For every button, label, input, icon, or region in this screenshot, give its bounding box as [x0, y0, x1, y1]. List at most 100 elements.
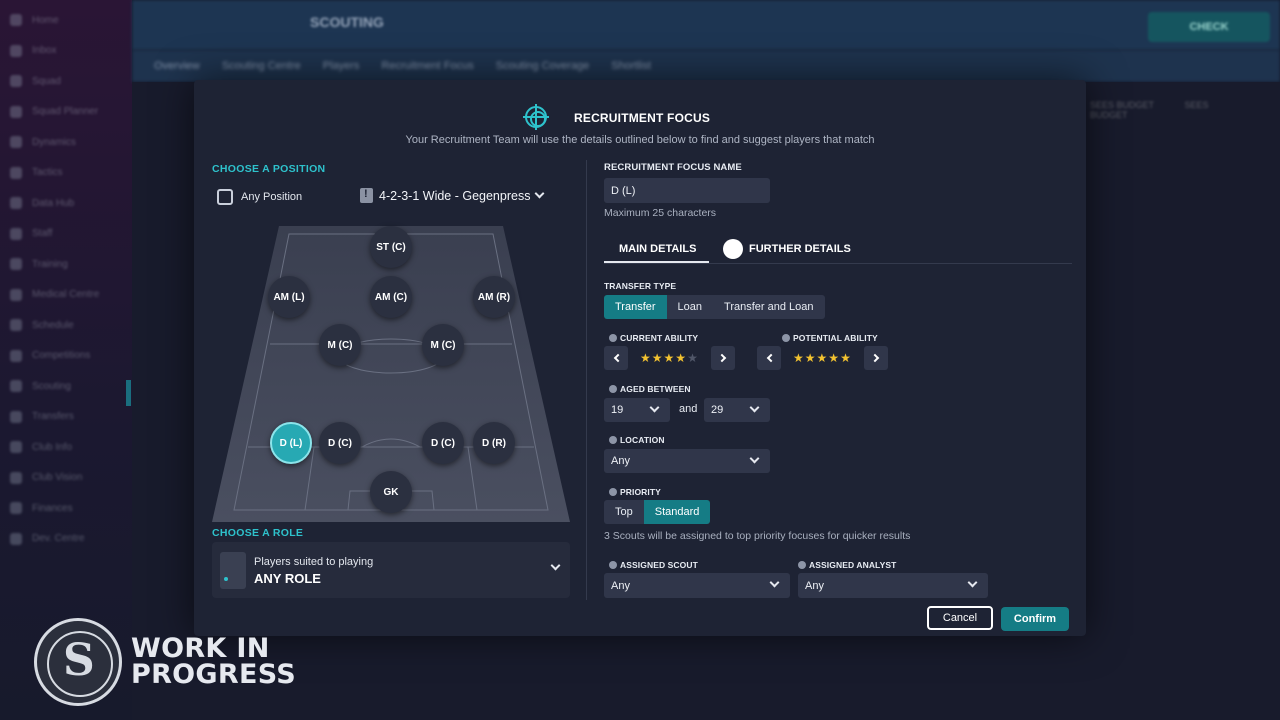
background-topbar [132, 0, 1280, 50]
priority-option-standard[interactable]: Standard [643, 500, 711, 524]
continue-button: CHECK [1148, 12, 1270, 42]
current-ability-increase-button[interactable] [711, 346, 735, 370]
chevron-down-icon [749, 402, 760, 413]
sidebar-item: Squad [10, 73, 120, 89]
formation-name: 4-2-3-1 Wide - Gegenpress [379, 188, 531, 203]
priority-option-top[interactable]: Top [604, 500, 644, 524]
formation-dropdown[interactable]: 4-2-3-1 Wide - Gegenpress [360, 188, 545, 203]
sidebar-item-icon [10, 166, 22, 179]
chevron-down-icon [749, 453, 760, 464]
sidebar-item: Staff [10, 226, 120, 242]
further-details-indicator-icon [723, 239, 743, 259]
background-tab: Scouting Coverage [495, 60, 590, 72]
transfer-option-transfer[interactable]: Transfer [604, 295, 667, 319]
position-am-r[interactable]: AM (R) [473, 276, 515, 318]
sidebar-item: Schedule [10, 317, 120, 333]
sidebar-item: Club Info [10, 439, 120, 455]
potential-ability-decrease-button[interactable] [757, 346, 781, 370]
role-dropdown[interactable]: Players suited to playing ANY ROLE [212, 542, 570, 598]
transfer-option-loan[interactable]: Loan [666, 295, 714, 319]
potential-ability-label: POTENTIAL ABILITY [782, 333, 878, 343]
sidebar-item-label: Home [32, 14, 59, 26]
sidebar-item-label: Data Hub [32, 197, 75, 209]
background-budget-strip: SEES BUDGET SEES BUDGET [1090, 100, 1270, 160]
position-d-c-left[interactable]: D (C) [319, 422, 361, 464]
sidebar-item-icon [10, 441, 22, 453]
sidebar-item: Home [10, 12, 120, 28]
tab-main-details[interactable]: MAIN DETAILS [619, 243, 696, 255]
position-m-c-left[interactable]: M (C) [319, 324, 361, 366]
chevron-right-icon [717, 353, 726, 363]
position-am-l[interactable]: AM (L) [268, 276, 310, 318]
current-ability-label: CURRENT ABILITY [609, 333, 698, 343]
star-icon: ★ [640, 351, 651, 365]
chevron-left-icon [766, 353, 775, 363]
assigned-scout-dropdown[interactable]: Any [604, 573, 790, 598]
recruitment-focus-modal: RECRUITMENT FOCUS Your Recruitment Team … [194, 80, 1086, 636]
sidebar-item-label: Dynamics [32, 136, 76, 148]
priority-hint: 3 Scouts will be assigned to top priorit… [604, 530, 911, 542]
transfer-option-transfer-and-loan[interactable]: Transfer and Loan [713, 295, 825, 319]
age-max-dropdown[interactable]: 29 [704, 398, 770, 422]
sidebar-item-icon [10, 258, 22, 270]
sidebar-item-icon [10, 319, 22, 331]
sidebar-item-label: Training [32, 258, 68, 270]
current-ability-stars: ★ ★ ★ ★ ★ [640, 346, 698, 370]
sidebar-item-label: Inbox [32, 45, 57, 56]
star-icon: ★ [651, 351, 663, 365]
chevron-down-icon [967, 577, 978, 588]
work-in-progress-watermark: WORK IN PROGRESS [131, 635, 296, 688]
sidebar-item: Dynamics [10, 134, 120, 150]
sidebar-item-icon [10, 197, 22, 209]
position-m-c-right[interactable]: M (C) [422, 324, 464, 366]
priority-label: PRIORITY [609, 487, 661, 497]
chevron-down-icon [649, 402, 660, 413]
info-icon [609, 488, 617, 496]
position-d-r[interactable]: D (R) [473, 422, 515, 464]
location-dropdown[interactable]: Any [604, 449, 770, 473]
focus-name-input[interactable]: D (L) [604, 178, 770, 203]
focus-name-hint: Maximum 25 characters [604, 207, 717, 219]
age-min-dropdown[interactable]: 19 [604, 398, 670, 422]
sidebar-item-label: Club Vision [32, 472, 83, 483]
sidebar-item-label: Competitions [32, 350, 91, 361]
star-icon: ★ [687, 351, 698, 365]
cancel-button[interactable]: Cancel [927, 606, 993, 630]
transfer-type-label: TRANSFER TYPE [604, 281, 677, 291]
potential-ability-increase-button[interactable] [864, 346, 888, 370]
background-tab: Scouting Centre [221, 60, 301, 72]
chevron-right-icon [870, 353, 879, 363]
position-st-c[interactable]: ST (C) [370, 226, 412, 268]
sidebar-item: Transfers [10, 409, 120, 425]
sidebar-item-icon [10, 349, 22, 362]
any-position-checkbox[interactable] [217, 189, 233, 205]
position-gk[interactable]: GK [370, 471, 412, 513]
formation-pitch: ST (C) AM (L) AM (C) AM (R) M (C) M (C) … [212, 226, 570, 522]
sidebar-item: Finances [10, 500, 120, 516]
assigned-analyst-value: Any [805, 579, 824, 592]
location-value: Any [611, 455, 630, 467]
sidebar-item: Scouting [10, 378, 120, 394]
column-divider [586, 160, 587, 600]
star-icon: ★ [663, 351, 675, 365]
assigned-analyst-dropdown[interactable]: Any [798, 573, 988, 598]
position-am-c[interactable]: AM (C) [370, 276, 412, 318]
sidebar-item: Medical Centre [10, 287, 120, 303]
position-d-l[interactable]: D (L) [270, 422, 312, 464]
confirm-button[interactable]: Confirm [1001, 607, 1069, 631]
sidebar-item-icon [10, 75, 22, 87]
star-icon: ★ [675, 351, 687, 365]
current-ability-decrease-button[interactable] [604, 346, 628, 370]
mini-pitch-icon [220, 552, 246, 589]
star-icon: ★ [804, 351, 816, 365]
current-ability-text: CURRENT ABILITY [620, 333, 699, 343]
star-icon: ★ [828, 351, 840, 365]
background-tab: Overview [154, 60, 200, 72]
tab-further-details[interactable]: FURTHER DETAILS [749, 243, 851, 255]
star-icon: ★ [816, 351, 828, 365]
sidebar-item-icon [10, 44, 22, 57]
sidebar-item-label: Club Info [32, 441, 73, 453]
role-subtitle: Players suited to playing [254, 556, 374, 568]
sidebar-item: Training [10, 256, 120, 272]
position-d-c-right[interactable]: D (C) [422, 422, 464, 464]
